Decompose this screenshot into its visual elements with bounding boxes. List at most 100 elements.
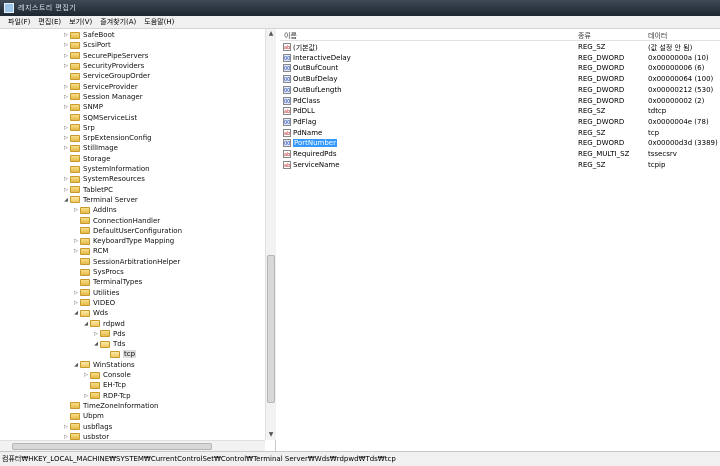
tree-item[interactable]: ▷ AddIns — [72, 205, 117, 215]
tree-item[interactable]: TimeZoneInformation — [62, 401, 158, 411]
tree-item[interactable]: ServiceGroupOrder — [62, 71, 150, 81]
triangle-right-icon[interactable]: ▷ — [72, 290, 80, 296]
tree-item[interactable]: ▷ Pds — [92, 329, 125, 339]
folder-icon — [100, 330, 110, 338]
triangle-right-icon[interactable]: ▷ — [62, 94, 70, 100]
tree-item[interactable]: ▷ SrpExtensionConfig — [62, 133, 152, 143]
tree-item[interactable]: ▷ VIDEO — [72, 298, 115, 308]
tree-item[interactable]: SystemInformation — [62, 164, 150, 174]
tree-item[interactable]: EH-Tcp — [82, 380, 126, 390]
triangle-right-icon[interactable]: ▷ — [62, 135, 70, 141]
tree-item[interactable]: ▷ usbflags — [62, 421, 112, 431]
column-type-header[interactable]: 종류 — [578, 31, 591, 41]
value-row[interactable]: ab (기본값) REG_SZ (값 설정 안 됨) — [280, 42, 720, 53]
value-row[interactable]: 00 InteractiveDelay REG_DWORD 0x0000000a (1… — [280, 53, 720, 64]
scroll-down-icon[interactable]: ▼ — [266, 430, 276, 440]
triangle-right-icon[interactable]: ▷ — [62, 176, 70, 182]
tree-item[interactable]: ▷ SNMP — [62, 102, 103, 112]
tree-item[interactable]: ▷ SafeBoot — [62, 30, 115, 40]
tree-item[interactable]: ▷ SecurityProviders — [62, 61, 144, 71]
column-data-header[interactable]: 데이터 — [648, 31, 667, 41]
triangle-right-icon[interactable]: ▷ — [62, 53, 70, 59]
triangle-down-icon[interactable]: ◢ — [82, 321, 90, 327]
hscroll-thumb[interactable] — [12, 443, 212, 450]
value-row[interactable]: ab PdDLL REG_SZ tdtcp — [280, 106, 720, 117]
triangle-right-icon[interactable]: ▷ — [72, 207, 80, 213]
registry-key-tree[interactable]: ▷ SafeBoot ▷ ScsiPort ▷ SecurePipeServers ▷ Sec… — [0, 29, 276, 451]
triangle-right-icon[interactable]: ▷ — [62, 424, 70, 430]
scroll-thumb[interactable] — [267, 255, 275, 403]
tree-item[interactable]: ▷ SystemResources — [62, 174, 145, 184]
tree-item[interactable]: ◢ Tds — [92, 339, 125, 349]
triangle-right-icon[interactable]: ▷ — [62, 434, 70, 440]
value-row[interactable]: 00 OutBufDelay REG_DWORD 0x00000064 (100) — [280, 74, 720, 85]
tree-item[interactable]: SessionArbitrationHelper — [72, 257, 180, 267]
triangle-right-icon[interactable]: ▷ — [62, 42, 70, 48]
tree-item[interactable]: Ubpm — [62, 411, 104, 421]
tree-item[interactable]: SQMServiceList — [62, 112, 137, 122]
tree-vertical-scrollbar[interactable]: ▲ ▼ — [265, 29, 276, 440]
tree-item[interactable]: ▷ Console — [82, 370, 131, 380]
tree-item[interactable]: ▷ SecurePipeServers — [62, 51, 148, 61]
tree-item[interactable]: ◢ Wds — [72, 308, 108, 318]
tree-item[interactable]: ▷ StillImage — [62, 143, 118, 153]
value-row[interactable]: ab ServiceName REG_SZ tcpip — [280, 160, 720, 171]
scroll-up-icon[interactable]: ▲ — [266, 29, 276, 39]
menu-view[interactable]: 보기(V) — [65, 17, 96, 27]
tree-item[interactable]: ▷ RCM — [72, 246, 108, 256]
tree-item[interactable]: ◢ Terminal Server — [62, 195, 138, 205]
tree-item[interactable]: Storage — [62, 154, 110, 164]
triangle-down-icon[interactable]: ◢ — [72, 310, 80, 316]
menu-edit[interactable]: 편집(E) — [34, 17, 65, 27]
folder-icon — [70, 93, 80, 101]
triangle-right-icon[interactable]: ▷ — [72, 300, 80, 306]
tree-item[interactable]: DefaultUserConfiguration — [72, 226, 182, 236]
menu-favorites[interactable]: 즐겨찾기(A) — [96, 17, 140, 27]
value-row[interactable]: 00 PdClass REG_DWORD 0x00000002 (2) — [280, 96, 720, 107]
triangle-down-icon[interactable]: ◢ — [62, 197, 70, 203]
triangle-right-icon[interactable]: ▷ — [62, 145, 70, 151]
tree-item[interactable]: tcp — [102, 349, 137, 359]
value-row[interactable]: 00 PortNumber REG_DWORD 0x00000d3d (3389) — [280, 138, 720, 149]
tree-item[interactable]: ▷ Utilities — [72, 288, 119, 298]
triangle-right-icon[interactable]: ▷ — [62, 63, 70, 69]
tree-item[interactable]: ▷ RDP-Tcp — [82, 391, 131, 401]
tree-item[interactable]: ▷ Session Manager — [62, 92, 143, 102]
triangle-right-icon[interactable]: ▷ — [72, 238, 80, 244]
tree-item[interactable]: ◢ WinStations — [72, 360, 135, 370]
tree-item[interactable]: SysProcs — [72, 267, 124, 277]
menu-file[interactable]: 파일(F) — [4, 17, 34, 27]
tree-item[interactable]: ▷ TabletPC — [62, 185, 113, 195]
triangle-right-icon[interactable]: ▷ — [92, 331, 100, 337]
tree-item[interactable]: ◢ rdpwd — [82, 318, 125, 328]
tree-horizontal-scrollbar[interactable] — [0, 440, 265, 451]
column-name-header[interactable]: 이름 — [284, 31, 297, 41]
tree-item[interactable]: TerminalTypes — [72, 277, 142, 287]
folder-icon — [80, 237, 90, 245]
menu-help[interactable]: 도움말(H) — [140, 17, 178, 27]
value-row[interactable]: 00 PdFlag REG_DWORD 0x0000004e (78) — [280, 117, 720, 128]
triangle-right-icon[interactable]: ▷ — [62, 125, 70, 131]
folder-icon — [80, 268, 90, 276]
tree-item[interactable]: ▷ KeyboardType Mapping — [72, 236, 174, 246]
value-row[interactable]: ab PdName REG_SZ tcp — [280, 128, 720, 139]
triangle-right-icon[interactable]: ▷ — [82, 393, 90, 399]
triangle-down-icon[interactable]: ◢ — [92, 341, 100, 347]
triangle-right-icon[interactable]: ▷ — [62, 84, 70, 90]
triangle-right-icon[interactable]: ▷ — [62, 104, 70, 110]
tree-item[interactable]: ▷ Srp — [62, 123, 95, 133]
value-row[interactable]: 00 OutBufLength REG_DWORD 0x00000212 (530) — [280, 85, 720, 96]
triangle-right-icon[interactable]: ▷ — [72, 248, 80, 254]
triangle-right-icon[interactable]: ▷ — [62, 187, 70, 193]
value-row[interactable]: ab RequiredPds REG_MULTI_SZ tssecsrv — [280, 149, 720, 160]
triangle-right-icon[interactable]: ▷ — [82, 372, 90, 378]
folder-icon — [70, 124, 80, 132]
triangle-right-icon[interactable]: ▷ — [62, 32, 70, 38]
tree-item[interactable]: ▷ ServiceProvider — [62, 82, 138, 92]
value-name: PortNumber — [293, 139, 337, 148]
tree-item[interactable]: ConnectionHandler — [72, 215, 160, 225]
tree-item[interactable]: ▷ ScsiPort — [62, 40, 111, 50]
value-row[interactable]: 00 OutBufCount REG_DWORD 0x00000006 (6) — [280, 63, 720, 74]
triangle-down-icon[interactable]: ◢ — [72, 362, 80, 368]
tree-item-label: Utilities — [93, 288, 120, 297]
